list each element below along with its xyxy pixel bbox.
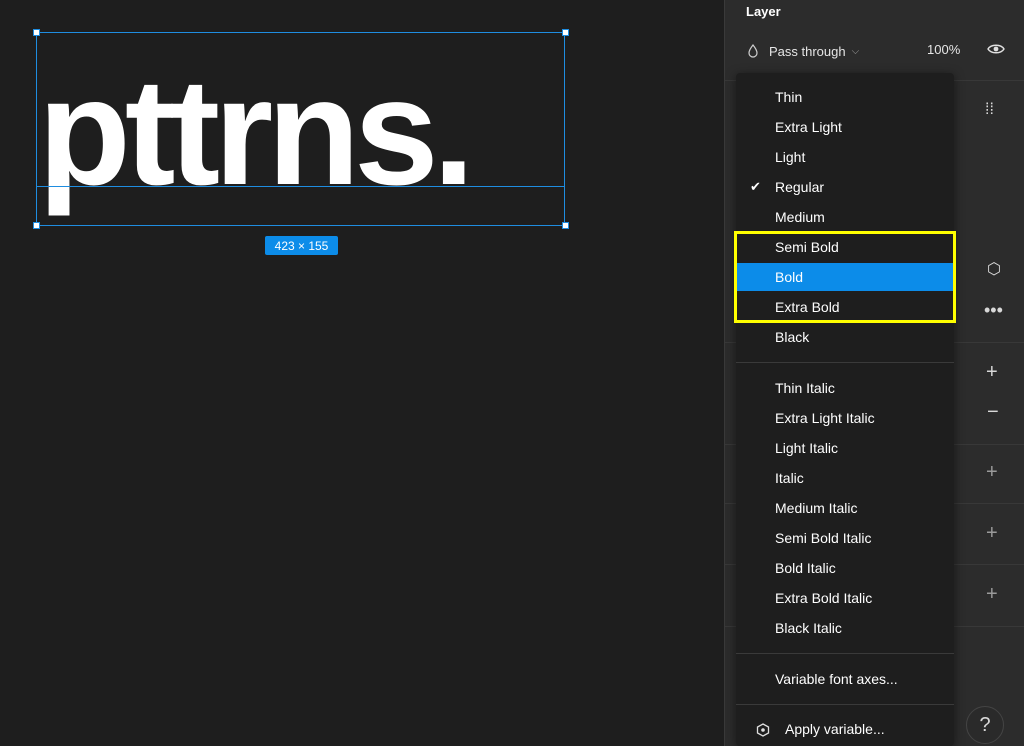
opacity-input[interactable]: 100% xyxy=(927,42,960,57)
menu-divider xyxy=(736,653,954,654)
resize-handle-top-right[interactable] xyxy=(562,29,569,36)
minus-icon[interactable]: − xyxy=(987,402,999,422)
menu-item-regular[interactable]: ✔ Regular xyxy=(736,173,954,201)
text-baseline xyxy=(36,186,565,187)
resize-handle-top-left[interactable] xyxy=(33,29,40,36)
menu-item-extra-light[interactable]: Extra Light xyxy=(736,113,954,141)
menu-divider xyxy=(736,704,954,705)
apply-variable-button[interactable]: Apply variable... xyxy=(785,721,885,737)
menu-item-semi-bold-italic[interactable]: Semi Bold Italic xyxy=(736,524,954,552)
eye-icon[interactable] xyxy=(987,42,1005,56)
plus-icon[interactable]: + xyxy=(986,462,998,482)
more-options-icon[interactable]: ••• xyxy=(984,300,1003,320)
plus-icon[interactable]: + xyxy=(986,362,998,382)
check-icon: ✔ xyxy=(750,179,761,194)
resize-handle-bottom-left[interactable] xyxy=(33,222,40,229)
menu-divider xyxy=(736,362,954,363)
drop-icon xyxy=(748,44,758,58)
menu-item-extra-bold-italic[interactable]: Extra Bold Italic xyxy=(736,584,954,612)
chevron-down-icon: ⌵ xyxy=(851,45,860,57)
menu-item-medium-italic[interactable]: Medium Italic xyxy=(736,494,954,522)
plus-icon[interactable]: + xyxy=(986,584,998,604)
menu-item-extra-light-italic[interactable]: Extra Light Italic xyxy=(736,404,954,432)
menu-item-bold-italic[interactable]: Bold Italic xyxy=(736,554,954,582)
hexagon-icon[interactable]: ⬡ xyxy=(987,260,1001,280)
layer-section-title: Layer xyxy=(746,4,781,19)
selection-box xyxy=(36,32,565,226)
help-button[interactable]: ? xyxy=(966,706,1004,744)
menu-item-light[interactable]: Light xyxy=(736,143,954,171)
font-weight-menu: Thin Extra Light Light ✔ Regular Medium … xyxy=(736,73,954,746)
canvas[interactable]: pttrns. 423 × 155 xyxy=(0,0,724,746)
blend-mode-label: Pass through xyxy=(769,43,846,59)
hexagon-variable-icon xyxy=(756,723,770,737)
menu-item-italic[interactable]: Italic xyxy=(736,464,954,492)
menu-item-medium[interactable]: Medium xyxy=(736,203,954,231)
annotation-highlight xyxy=(734,231,956,323)
blend-mode-dropdown[interactable]: Pass through ⌵ xyxy=(747,40,859,62)
menu-item-black-italic[interactable]: Black Italic xyxy=(736,614,954,642)
plus-icon[interactable]: + xyxy=(986,523,998,543)
menu-item-light-italic[interactable]: Light Italic xyxy=(736,434,954,462)
resize-handle-bottom-right[interactable] xyxy=(562,222,569,229)
grid-dots-icon[interactable]: ⁞⁞ xyxy=(985,100,994,120)
menu-item-thin[interactable]: Thin xyxy=(736,83,954,111)
menu-item-thin-italic[interactable]: Thin Italic xyxy=(736,374,954,402)
menu-item-variable-font-axes[interactable]: Variable font axes... xyxy=(736,665,954,693)
size-badge: 423 × 155 xyxy=(265,236,338,255)
menu-item-black[interactable]: Black xyxy=(736,323,954,351)
